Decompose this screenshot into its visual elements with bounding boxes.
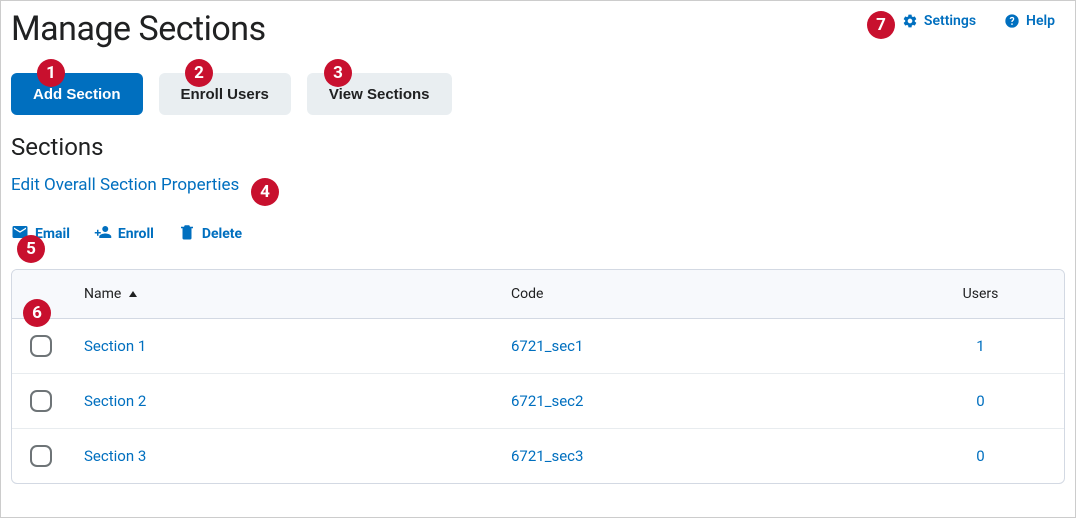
delete-label: Delete bbox=[202, 226, 242, 242]
email-icon bbox=[11, 223, 29, 245]
section-users-link[interactable]: 1 bbox=[897, 319, 1064, 374]
section-users-link[interactable]: 0 bbox=[897, 374, 1064, 429]
help-icon bbox=[1004, 13, 1020, 29]
section-name-link[interactable]: Section 1 bbox=[70, 319, 497, 374]
table-row: Section 1 6721_sec1 1 bbox=[12, 319, 1064, 374]
table-row: Section 2 6721_sec2 0 bbox=[12, 374, 1064, 429]
enroll-label: Enroll bbox=[118, 226, 154, 242]
edit-overall-properties-link[interactable]: Edit Overall Section Properties bbox=[11, 175, 239, 195]
row-checkbox[interactable] bbox=[30, 445, 52, 467]
sections-table: Name Code Users Section 1 6721_sec1 1 Se… bbox=[11, 269, 1065, 484]
section-code-link[interactable]: 6721_sec3 bbox=[497, 429, 897, 484]
email-label: Email bbox=[35, 226, 70, 242]
section-users-link[interactable]: 0 bbox=[897, 429, 1064, 484]
section-code-link[interactable]: 6721_sec2 bbox=[497, 374, 897, 429]
toolbar: Email Enroll Delete bbox=[11, 223, 1065, 245]
row-checkbox[interactable] bbox=[30, 335, 52, 357]
column-header-users[interactable]: Users bbox=[897, 270, 1064, 319]
section-name-link[interactable]: Section 3 bbox=[70, 429, 497, 484]
settings-label: Settings bbox=[924, 13, 976, 29]
row-checkbox[interactable] bbox=[30, 390, 52, 412]
section-code-link[interactable]: 6721_sec1 bbox=[497, 319, 897, 374]
section-name-link[interactable]: Section 2 bbox=[70, 374, 497, 429]
action-buttons: Add Section Enroll Users View Sections bbox=[11, 73, 1065, 115]
enroll-icon bbox=[94, 223, 112, 245]
table-row: Section 3 6721_sec3 0 bbox=[12, 429, 1064, 484]
help-label: Help bbox=[1026, 13, 1055, 29]
help-link[interactable]: Help bbox=[1004, 13, 1055, 29]
email-action[interactable]: Email bbox=[11, 223, 70, 245]
top-links: Settings Help bbox=[902, 9, 1065, 29]
sections-heading: Sections bbox=[11, 133, 1065, 161]
enroll-action[interactable]: Enroll bbox=[94, 223, 154, 245]
gear-icon bbox=[902, 13, 918, 29]
column-header-name[interactable]: Name bbox=[70, 270, 497, 319]
view-sections-button[interactable]: View Sections bbox=[307, 73, 452, 115]
add-section-button[interactable]: Add Section bbox=[11, 73, 143, 115]
column-checkbox bbox=[12, 270, 70, 319]
delete-icon bbox=[178, 223, 196, 245]
page-title: Manage Sections bbox=[11, 9, 266, 49]
sort-ascending-icon bbox=[129, 291, 137, 297]
settings-link[interactable]: Settings bbox=[902, 13, 976, 29]
column-name-label: Name bbox=[84, 286, 121, 302]
delete-action[interactable]: Delete bbox=[178, 223, 242, 245]
column-header-code[interactable]: Code bbox=[497, 270, 897, 319]
enroll-users-button[interactable]: Enroll Users bbox=[159, 73, 291, 115]
